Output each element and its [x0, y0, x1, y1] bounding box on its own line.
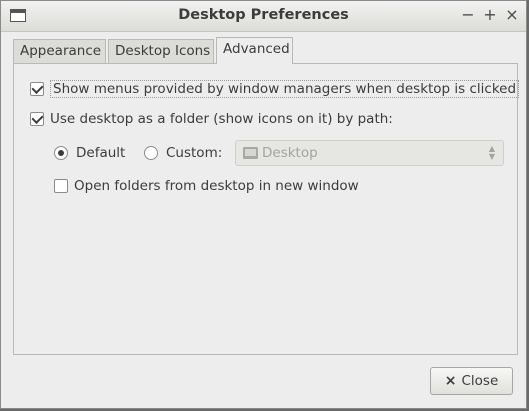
tab-appearance[interactable]: Appearance — [13, 39, 106, 63]
tab-label: Desktop Icons — [115, 43, 211, 59]
window-title: Desktop Preferences — [178, 7, 349, 23]
folder-icon — [243, 147, 258, 159]
tab-label: Appearance — [20, 43, 102, 59]
open-in-new-window-label: Open folders from desktop in new window — [74, 178, 359, 194]
custom-path-option[interactable]: Custom: — [144, 145, 222, 161]
custom-radio-label: Custom: — [166, 145, 223, 161]
close-button-label: Close — [461, 373, 499, 389]
open-in-new-window-option[interactable]: Open folders from desktop in new window — [54, 178, 359, 194]
use-desktop-folder-option[interactable]: Use desktop as a folder (show icons on i… — [30, 111, 393, 127]
updown-arrows-icon: ▲ ▼ — [488, 144, 496, 161]
tab-label: Advanced — [223, 41, 290, 57]
close-window-button[interactable]: × — [503, 5, 521, 25]
show-menus-option[interactable]: Show menus provided by window managers w… — [30, 80, 520, 98]
open-in-new-window-checkbox[interactable] — [54, 179, 68, 193]
tab-advanced[interactable]: Advanced — [216, 37, 293, 64]
title-bar[interactable]: Desktop Preferences − + × — [1, 1, 526, 32]
desktop-preferences-window: Desktop Preferences − + × Appearance Des… — [0, 0, 527, 409]
show-menus-label: Show menus provided by window managers w… — [50, 80, 520, 98]
tab-desktop-icons[interactable]: Desktop Icons — [108, 39, 214, 63]
maximize-button[interactable]: + — [481, 5, 499, 25]
custom-path-value: Desktop — [262, 145, 318, 161]
use-desktop-folder-label: Use desktop as a folder (show icons on i… — [50, 111, 393, 127]
show-menus-checkbox[interactable] — [30, 82, 44, 96]
close-icon: × — [444, 373, 457, 389]
close-button[interactable]: × Close — [430, 367, 513, 395]
advanced-panel: Show menus provided by window managers w… — [13, 63, 520, 355]
minimize-button[interactable]: − — [459, 5, 477, 25]
use-desktop-folder-checkbox[interactable] — [30, 112, 44, 126]
default-radio[interactable] — [54, 146, 68, 160]
custom-radio[interactable] — [144, 146, 158, 160]
custom-path-selector[interactable]: Desktop ▲ ▼ — [235, 140, 504, 166]
default-radio-label: Default — [76, 145, 126, 161]
default-path-option[interactable]: Default — [54, 145, 125, 161]
